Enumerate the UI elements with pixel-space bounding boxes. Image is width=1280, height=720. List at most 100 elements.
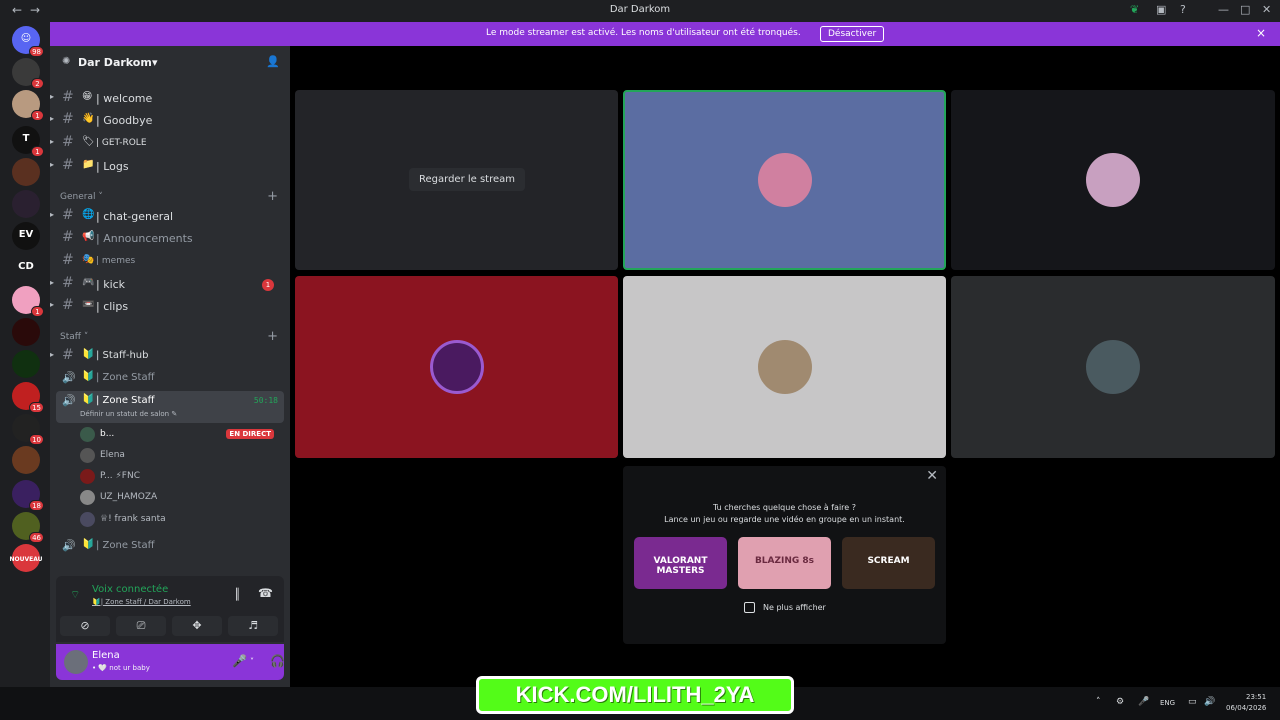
participant-avatar — [757, 153, 812, 207]
activity-card[interactable]: BLAZING 8s — [738, 537, 831, 589]
voice-channel-zone-staff-2[interactable]: 🔊 🔰 | Zone Staff — [56, 536, 284, 556]
chevron-down-icon[interactable]: ˅ — [250, 657, 254, 666]
channel-logs[interactable]: ▸ # 📁 | Logs — [50, 156, 284, 176]
activities-button[interactable]: ✥ — [172, 616, 222, 636]
watch-stream-button[interactable]: Regarder le stream — [409, 168, 526, 191]
voice-timer: 50:18 — [253, 396, 278, 405]
home-button[interactable]: ☺ 98 — [12, 26, 44, 57]
channel-chat-general[interactable]: ▸ # 🌐 | chat-general — [50, 206, 284, 226]
channel-sidebar: ✺ Dar Darkom ▾ 👤 ▸ # 😁 | welcome ▸ # 👋 | Goodb… — [50, 46, 305, 687]
category-staff[interactable]: Staff ˅ + — [60, 329, 280, 344]
steam-icon[interactable]: ⚙ — [1116, 697, 1124, 707]
add-channel-icon[interactable]: + — [267, 329, 278, 344]
server-boost-icon: ✺ — [62, 56, 71, 67]
microphone-icon[interactable]: 🎤 — [1138, 697, 1149, 707]
voice-user[interactable]: ♕! frank santa — [80, 509, 280, 529]
server-icon[interactable]: 46 — [12, 512, 44, 543]
participant-tile[interactable] — [295, 276, 618, 458]
server-icon[interactable]: 1 — [12, 286, 44, 317]
channel-announcements[interactable]: # 📢 | Announcements — [56, 228, 284, 248]
notice-close-icon[interactable]: × — [1256, 26, 1266, 40]
server-icon[interactable]: 1 — [12, 90, 44, 121]
channel-staff-hub[interactable]: ▸ # 🔰 | Staff-hub — [50, 346, 284, 366]
noise-suppression-icon[interactable]: ║ — [234, 588, 241, 601]
hash-icon: # — [62, 229, 74, 245]
voice-status-prompt[interactable]: Définir un statut de salon ✎ — [80, 410, 177, 418]
server-icon[interactable]: T1 — [12, 126, 44, 157]
nitro-leaf-icon[interactable]: ❦ — [1130, 3, 1139, 16]
close-icon[interactable]: ✕ — [926, 468, 938, 484]
participant-tile[interactable] — [623, 90, 946, 270]
server-badge: 1 — [31, 110, 44, 121]
network-icon[interactable]: ▭ — [1188, 697, 1197, 707]
inbox-icon[interactable]: ▣ — [1156, 3, 1166, 16]
server-icon[interactable]: EV — [12, 222, 40, 250]
server-icon[interactable] — [12, 318, 40, 346]
tray-chevron-icon[interactable]: ˄ — [1096, 697, 1101, 707]
server-icon[interactable] — [12, 158, 40, 186]
add-channel-icon[interactable]: + — [267, 189, 278, 204]
channel-goodbye[interactable]: ▸ # 👋 | Goodbye — [50, 110, 284, 130]
voice-user[interactable]: b... EN DIRECT — [80, 424, 280, 444]
activity-subtext: Lance un jeu ou regarde une vidéo en gro… — [664, 515, 905, 524]
voice-channel-zone-staff-active[interactable]: 🔊 🔰 | Zone Staff 50:18 Définir un statut… — [56, 391, 284, 423]
title-bar: ← → Dar Darkom ❦ ▣ ? — □ ✕ — [0, 0, 1280, 22]
channel-kick[interactable]: ▸ # 🎮 | kick 1 — [50, 274, 284, 294]
category-general[interactable]: General ˅ + — [60, 189, 280, 204]
voice-user[interactable]: P... ⚡FNC — [80, 466, 280, 486]
server-icon[interactable]: CD — [12, 254, 40, 282]
participant-tile[interactable] — [951, 90, 1275, 270]
server-badge: 2 — [31, 78, 44, 89]
maximize-icon[interactable]: □ — [1240, 3, 1250, 16]
channel-memes[interactable]: # 🎭 | memes — [56, 251, 284, 271]
camera-off-button[interactable]: ⊘ — [60, 616, 110, 636]
help-icon[interactable]: ? — [1180, 3, 1186, 16]
microphone-icon[interactable]: 🎤 — [232, 654, 247, 668]
username: Elena — [92, 650, 120, 661]
disconnect-icon[interactable]: ☎ — [258, 586, 273, 600]
channel-welcome[interactable]: ▸ # 😁 | welcome — [50, 88, 284, 108]
chevron-down-icon: ▾ — [152, 56, 158, 69]
screen-share-button[interactable]: ⎚ — [116, 616, 166, 636]
server-icon[interactable] — [12, 446, 40, 474]
server-list: ☺ 98 2 1 T1 EV CD 1 15 10 18 46 NOUVEAU — [0, 22, 50, 687]
soundboard-button[interactable]: ♬ — [228, 616, 278, 636]
channel-clips[interactable]: ▸ # 📼 | clips — [50, 296, 284, 316]
server-icon[interactable]: 18 — [12, 480, 44, 511]
activity-card[interactable]: VALORANT MASTERS — [634, 537, 727, 589]
volume-icon[interactable]: 🔊 — [1204, 697, 1215, 707]
stream-tile[interactable]: Regarder le stream — [295, 90, 618, 270]
clock-date[interactable]: 06/04/2026 — [1226, 704, 1266, 712]
server-badge: 18 — [29, 500, 44, 511]
server-icon[interactable] — [12, 350, 40, 378]
user-panel: Elena • 🤍 not ur baby 🎤 ˅ 🎧 ⚙ — [56, 644, 305, 680]
invite-icon[interactable]: 👤 — [266, 55, 280, 68]
voice-channel-zone-staff[interactable]: 🔊 🔰 | Zone Staff — [56, 368, 284, 388]
activity-card[interactable]: SCREAM — [842, 537, 935, 589]
checkbox-box[interactable] — [744, 602, 755, 613]
server-icon[interactable]: 10 — [12, 414, 44, 445]
server-icon[interactable]: 2 — [12, 58, 44, 89]
server-icon[interactable] — [12, 190, 40, 218]
hash-icon: # — [62, 252, 74, 268]
speaker-icon: 🔊 — [62, 539, 76, 552]
language-indicator[interactable]: ENG — [1160, 699, 1175, 707]
headphones-icon[interactable]: 🎧 — [270, 654, 285, 668]
participant-tile[interactable] — [623, 276, 946, 458]
server-badge: 10 — [29, 434, 44, 445]
window-title: Dar Darkom — [609, 4, 671, 15]
voice-channel-link[interactable]: 🔰| Zone Staff / Dar Darkom — [92, 598, 191, 606]
server-icon[interactable]: NOUVEAU — [9, 544, 43, 572]
voice-user[interactable]: Elena — [80, 445, 280, 465]
clock-time[interactable]: 23:51 — [1246, 693, 1266, 701]
avatar[interactable] — [64, 650, 88, 674]
voice-user[interactable]: UZ_HAMOZA — [80, 487, 280, 507]
participant-tile[interactable] — [951, 276, 1275, 458]
minimize-icon[interactable]: — — [1218, 3, 1229, 16]
close-window-icon[interactable]: ✕ — [1262, 3, 1271, 16]
server-icon[interactable]: 15 — [12, 382, 44, 413]
channel-get-role[interactable]: ▸ # 🏷 | GET-ROLE — [50, 133, 284, 153]
disable-streamer-button[interactable]: Désactiver — [820, 26, 885, 42]
server-header[interactable]: ✺ Dar Darkom ▾ 👤 — [50, 46, 290, 78]
signal-icon[interactable]: ⌔ — [70, 588, 80, 602]
